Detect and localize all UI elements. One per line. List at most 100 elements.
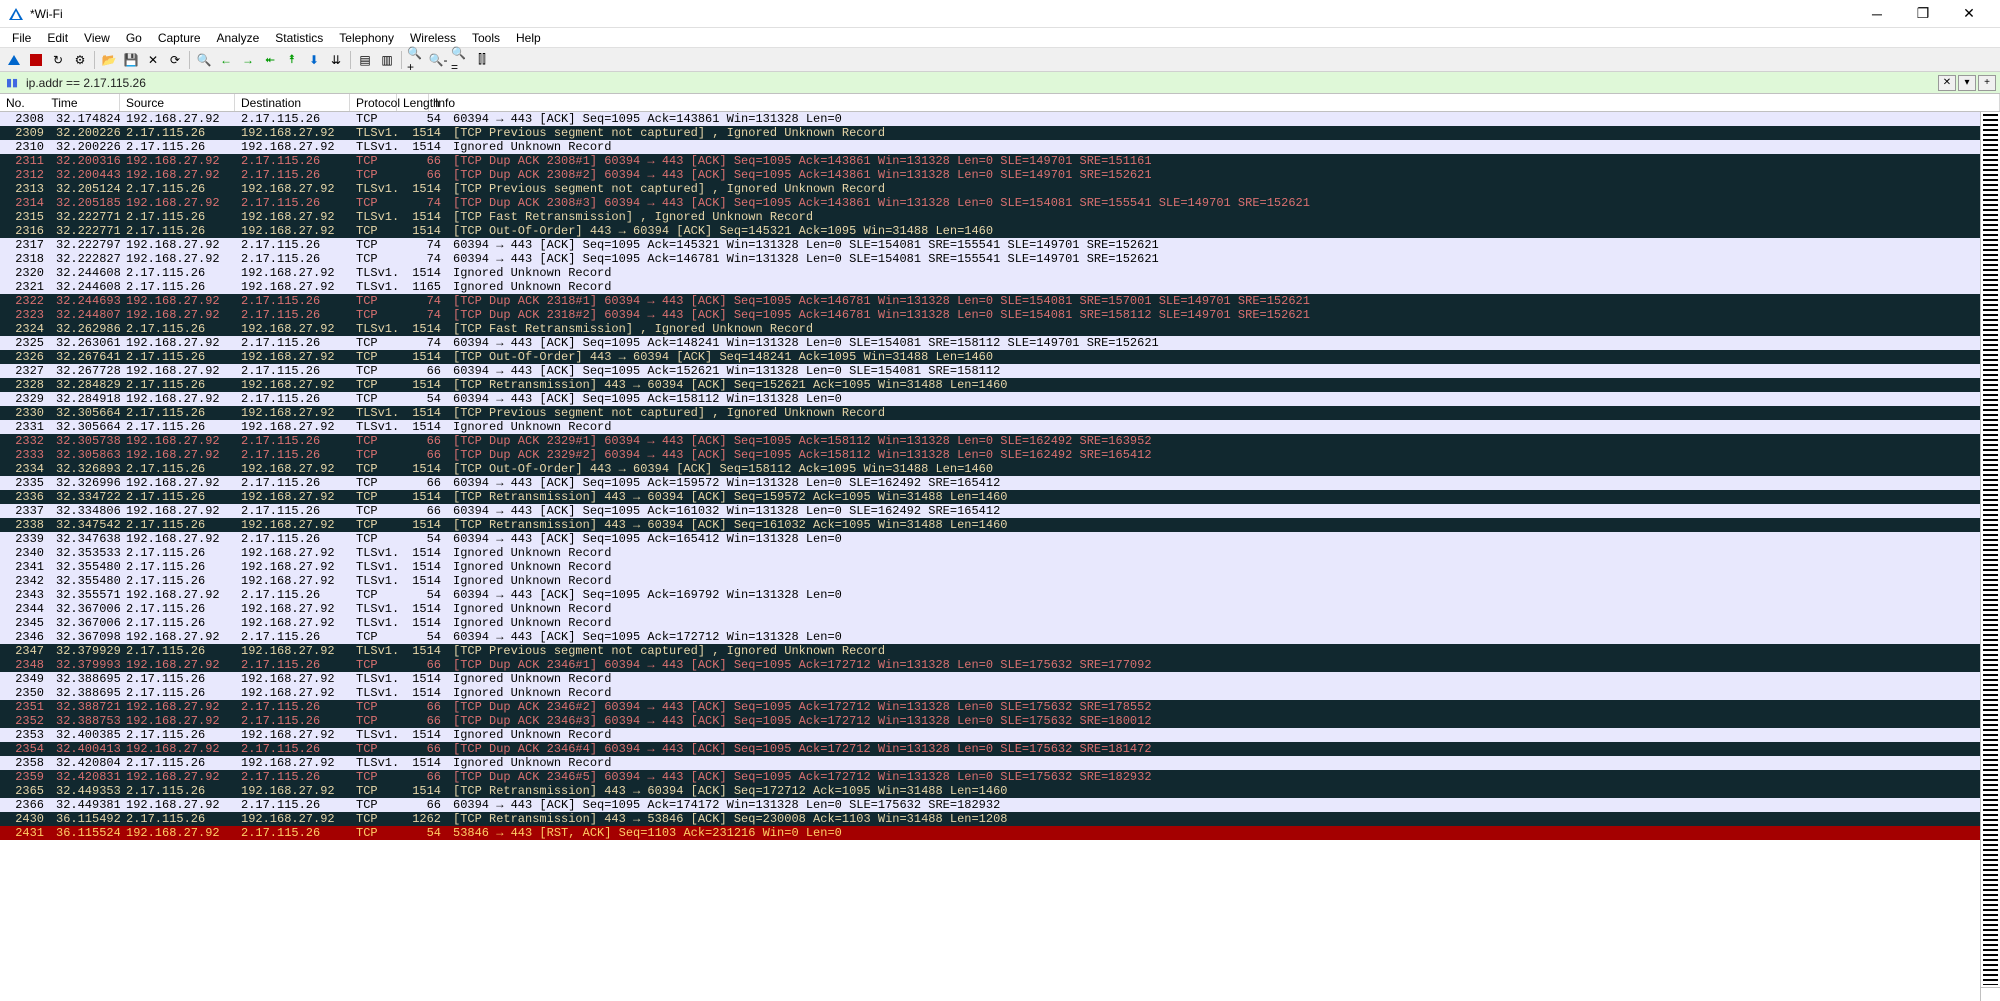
packet-row[interactable]: 232732.267728192.168.27.922.17.115.26TCP… (0, 364, 1980, 378)
packet-row[interactable]: 233732.334806192.168.27.922.17.115.26TCP… (0, 504, 1980, 518)
minimize-button[interactable]: ─ (1854, 0, 1900, 28)
packet-row[interactable]: 234632.367098192.168.27.922.17.115.26TCP… (0, 630, 1980, 644)
packet-row[interactable]: 235132.388721192.168.27.922.17.115.26TCP… (0, 700, 1980, 714)
packet-row[interactable]: 243136.115524192.168.27.922.17.115.26TCP… (0, 826, 1980, 840)
menu-file[interactable]: File (4, 29, 39, 47)
packet-row[interactable]: 231632.2227712.17.115.26192.168.27.92TCP… (0, 224, 1980, 238)
close-button[interactable]: ✕ (1946, 0, 1992, 28)
packet-row[interactable]: 234532.3670062.17.115.26192.168.27.92TLS… (0, 616, 1980, 630)
menu-wireless[interactable]: Wireless (402, 29, 464, 47)
maximize-button[interactable]: ❐ (1900, 0, 1946, 28)
packet-row[interactable]: 232632.2676412.17.115.26192.168.27.92TCP… (0, 350, 1980, 364)
packet-row[interactable]: 232532.263061192.168.27.922.17.115.26TCP… (0, 336, 1980, 350)
reload-button[interactable]: ⟳ (165, 50, 185, 70)
packet-row[interactable]: 233832.3475422.17.115.26192.168.27.92TCP… (0, 518, 1980, 532)
packet-row[interactable]: 230832.174824192.168.27.922.17.115.26TCP… (0, 112, 1980, 126)
packet-row[interactable]: 235232.388753192.168.27.922.17.115.26TCP… (0, 714, 1980, 728)
menu-view[interactable]: View (76, 29, 118, 47)
packet-map[interactable] (1983, 114, 1998, 985)
filter-bookmark-icon[interactable]: ▮▮ (2, 74, 22, 92)
packet-row[interactable]: 233532.326996192.168.27.922.17.115.26TCP… (0, 476, 1980, 490)
auto-scroll-button[interactable]: ⇊ (326, 50, 346, 70)
menu-capture[interactable]: Capture (150, 29, 209, 47)
packet-row[interactable]: 232932.284918192.168.27.922.17.115.26TCP… (0, 392, 1980, 406)
capture-options-button[interactable]: ⚙ (70, 50, 90, 70)
packet-row[interactable]: 234132.3554802.17.115.26192.168.27.92TLS… (0, 560, 1980, 574)
find-button[interactable]: 🔍 (194, 50, 214, 70)
packet-row[interactable]: 234032.3535332.17.115.26192.168.27.92TLS… (0, 546, 1980, 560)
packet-row[interactable]: 234932.3886952.17.115.26192.168.27.92TLS… (0, 672, 1980, 686)
zoom-reset-button[interactable]: 🔍= (450, 50, 470, 70)
packet-row[interactable]: 231132.200316192.168.27.922.17.115.26TCP… (0, 154, 1980, 168)
packet-row[interactable]: 232832.2848292.17.115.26192.168.27.92TCP… (0, 378, 1980, 392)
packet-row[interactable]: 232132.2446082.17.115.26192.168.27.92TLS… (0, 280, 1980, 294)
packet-row[interactable]: 232332.244807192.168.27.922.17.115.26TCP… (0, 308, 1980, 322)
packet-row[interactable]: 233232.305738192.168.27.922.17.115.26TCP… (0, 434, 1980, 448)
save-button[interactable]: 💾 (121, 50, 141, 70)
packet-row[interactable]: 234232.3554802.17.115.26192.168.27.92TLS… (0, 574, 1980, 588)
menu-tools[interactable]: Tools (464, 29, 508, 47)
packet-row[interactable]: 231232.200443192.168.27.922.17.115.26TCP… (0, 168, 1980, 182)
packet-row[interactable]: 231332.2051242.17.115.26192.168.27.92TLS… (0, 182, 1980, 196)
zoom-out-button[interactable]: 🔍- (428, 50, 448, 70)
packet-row[interactable]: 235832.4208042.17.115.26192.168.27.92TLS… (0, 756, 1980, 770)
packet-row[interactable]: 232032.2446082.17.115.26192.168.27.92TLS… (0, 266, 1980, 280)
packet-row[interactable]: 233032.3056642.17.115.26192.168.27.92TLS… (0, 406, 1980, 420)
menu-telephony[interactable]: Telephony (331, 29, 402, 47)
packet-row[interactable]: 233432.3268932.17.115.26192.168.27.92TCP… (0, 462, 1980, 476)
packet-row[interactable]: 235032.3886952.17.115.26192.168.27.92TLS… (0, 686, 1980, 700)
go-forward-button[interactable]: → (238, 50, 258, 70)
packet-row[interactable]: 231432.205185192.168.27.922.17.115.26TCP… (0, 196, 1980, 210)
packet-row[interactable]: 235432.400413192.168.27.922.17.115.26TCP… (0, 742, 1980, 756)
column-header-length[interactable]: Length (397, 94, 429, 111)
packet-map-sidebar[interactable] (1980, 112, 2000, 1001)
menu-go[interactable]: Go (118, 29, 150, 47)
filter-add-button[interactable]: + (1978, 75, 1996, 91)
menu-help[interactable]: Help (508, 29, 549, 47)
menu-analyze[interactable]: Analyze (209, 29, 268, 47)
column-header-no[interactable]: No. Time (0, 94, 120, 111)
display-filter-input[interactable] (22, 76, 1938, 90)
packet-row[interactable]: 233632.3347222.17.115.26192.168.27.92TCP… (0, 490, 1980, 504)
packet-row[interactable]: 234332.355571192.168.27.922.17.115.26TCP… (0, 588, 1980, 602)
packet-row[interactable]: 236632.449381192.168.27.922.17.115.26TCP… (0, 798, 1980, 812)
packet-row[interactable]: 234732.3799292.17.115.26192.168.27.92TLS… (0, 644, 1980, 658)
resize-columns-button[interactable]: ▥ (377, 50, 397, 70)
packet-row[interactable]: 235332.4003852.17.115.26192.168.27.92TLS… (0, 728, 1980, 742)
packet-row[interactable]: 243036.1154922.17.115.26192.168.27.92TCP… (0, 812, 1980, 826)
column-header-protocol[interactable]: Protocol (350, 94, 397, 111)
packet-row[interactable]: 233932.347638192.168.27.922.17.115.26TCP… (0, 532, 1980, 546)
go-last-button[interactable]: ⬇ (304, 50, 324, 70)
packet-row[interactable]: 234432.3670062.17.115.26192.168.27.92TLS… (0, 602, 1980, 616)
packet-row[interactable]: 234832.379993192.168.27.922.17.115.26TCP… (0, 658, 1980, 672)
colorize-button[interactable]: ▤ (355, 50, 375, 70)
resize-all-button[interactable]: ⫿⫿ (472, 50, 492, 70)
zoom-in-button[interactable]: 🔍+ (406, 50, 426, 70)
packet-row[interactable]: 232232.244693192.168.27.922.17.115.26TCP… (0, 294, 1980, 308)
column-header-source[interactable]: Source (120, 94, 235, 111)
column-header-info[interactable]: Info (429, 94, 2000, 111)
stop-capture-button[interactable] (26, 50, 46, 70)
packet-row[interactable]: 231532.2227712.17.115.26192.168.27.92TLS… (0, 210, 1980, 224)
packet-row[interactable]: 233332.305863192.168.27.922.17.115.26TCP… (0, 448, 1980, 462)
start-capture-button[interactable] (4, 50, 24, 70)
packet-row[interactable]: 231732.222797192.168.27.922.17.115.26TCP… (0, 238, 1980, 252)
column-header-destination[interactable]: Destination (235, 94, 350, 111)
go-first-button[interactable]: ⯭ (282, 50, 302, 70)
menu-edit[interactable]: Edit (39, 29, 76, 47)
packet-list[interactable]: 230832.174824192.168.27.922.17.115.26TCP… (0, 112, 1980, 1001)
packet-row[interactable]: 233132.3056642.17.115.26192.168.27.92TLS… (0, 420, 1980, 434)
go-back-button[interactable]: ← (216, 50, 236, 70)
open-file-button[interactable]: 📂 (99, 50, 119, 70)
close-file-button[interactable]: ✕ (143, 50, 163, 70)
menu-statistics[interactable]: Statistics (267, 29, 331, 47)
filter-apply-button[interactable]: ▾ (1958, 75, 1976, 91)
go-to-button[interactable]: ⯬ (260, 50, 280, 70)
packet-row[interactable]: 231832.222827192.168.27.922.17.115.26TCP… (0, 252, 1980, 266)
packet-row[interactable]: 232432.2629862.17.115.26192.168.27.92TLS… (0, 322, 1980, 336)
restart-capture-button[interactable]: ↻ (48, 50, 68, 70)
packet-row[interactable]: 231032.2002262.17.115.26192.168.27.92TLS… (0, 140, 1980, 154)
packet-row[interactable]: 230932.2002262.17.115.26192.168.27.92TLS… (0, 126, 1980, 140)
filter-clear-button[interactable]: ✕ (1938, 75, 1956, 91)
packet-row[interactable]: 235932.420831192.168.27.922.17.115.26TCP… (0, 770, 1980, 784)
